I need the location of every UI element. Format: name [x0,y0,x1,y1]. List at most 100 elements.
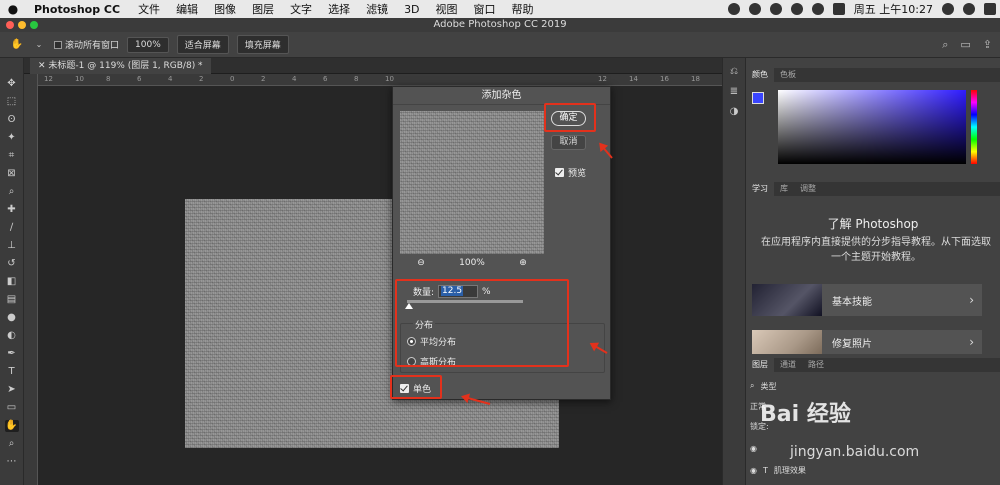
preview-checkbox[interactable]: 预览 [555,166,586,179]
options-bar: ✋ ⌄ 滚动所有窗口 100% 适合屏幕 填充屏幕 ⌕ ▭ ⇪ [0,32,1000,58]
tab-libraries[interactable]: 库 [774,182,794,196]
menu-filter[interactable]: 滤镜 [358,1,396,17]
chevron-down-icon[interactable]: ⌄ [32,39,46,51]
healing-brush-icon[interactable]: ✚ [5,204,19,216]
foreground-color-swatch[interactable] [752,92,764,104]
move-tool-icon[interactable]: ✥ [5,78,19,90]
brush-tool-icon[interactable]: ∕ [5,222,19,234]
eye-icon[interactable]: ◉ [750,444,757,453]
history-brush-icon[interactable]: ↺ [5,258,19,270]
noise-preview[interactable] [400,111,544,254]
menu-file[interactable]: 文件 [130,1,168,17]
maximize-icon[interactable] [30,21,38,29]
window-title: Adobe Photoshop CC 2019 [433,19,567,30]
menu-layer[interactable]: 图层 [244,1,282,17]
properties-icon[interactable]: ≣ [727,86,741,98]
shape-tool-icon[interactable]: ▭ [5,402,19,414]
zoom-100-button[interactable]: 100% [127,36,169,53]
menu-select[interactable]: 选择 [320,1,358,17]
lesson-label: 基本技能 [832,296,872,308]
menu-app[interactable]: Photoshop CC [26,3,130,16]
blur-tool-icon[interactable]: ● [5,312,19,324]
menu-type[interactable]: 文字 [282,1,320,17]
lasso-tool-icon[interactable]: ʘ [5,114,19,126]
history-icon[interactable]: ⎌ [727,66,741,78]
window-controls [6,21,38,29]
fit-screen-button[interactable]: 适合屏幕 [176,35,229,54]
color-picker-field[interactable] [778,90,966,164]
search-icon[interactable] [942,3,954,15]
gradient-tool-icon[interactable]: ▤ [5,294,19,306]
search-icon[interactable]: ⌕ [942,38,948,52]
menu-edit[interactable]: 编辑 [168,1,206,17]
scroll-all-windows-checkbox[interactable]: 滚动所有窗口 [54,38,119,51]
close-tab-icon[interactable]: ✕ [38,61,46,71]
eyedropper-icon[interactable]: ⌕ [5,186,19,198]
magic-wand-icon[interactable]: ✦ [5,132,19,144]
tab-layers[interactable]: 图层 [746,358,774,372]
menu-3d[interactable]: 3D [396,3,427,16]
hand-tool-icon[interactable]: ✋ [10,39,24,51]
dodge-tool-icon[interactable]: ◐ [5,330,19,342]
menu-view[interactable]: 视图 [428,1,466,17]
wifi-icon[interactable] [811,3,824,15]
battery-icon[interactable] [832,3,845,15]
status-icon-3[interactable] [769,3,782,15]
fill-screen-button[interactable]: 填充屏幕 [236,35,289,54]
tab-adjustments[interactable]: 调整 [794,182,822,196]
crop-tool-icon[interactable]: ⌗ [5,150,19,162]
window-titlebar: Adobe Photoshop CC 2019 [0,18,1000,32]
ruler-tick: 4 [168,75,173,83]
zoom-out-icon[interactable]: ⊖ [417,258,425,268]
status-icon-1[interactable] [727,3,740,15]
menu-window[interactable]: 窗口 [466,1,504,17]
ruler-tick: 12 [44,75,53,83]
apple-icon[interactable]: ● [0,2,26,16]
adjustments-icon[interactable]: ◑ [727,106,741,118]
cancel-button[interactable]: 取消 [551,135,586,150]
frame-tool-icon[interactable]: ⊠ [5,168,19,180]
layer-row-text[interactable]: ◉ T 肌理效果 [746,462,1000,478]
clock[interactable]: 周五 上午10:27 [854,1,933,17]
tab-channels[interactable]: 通道 [774,358,802,372]
menu-help[interactable]: 帮助 [504,1,542,17]
menu-image[interactable]: 图像 [206,1,244,17]
status-area: 周五 上午10:27 [727,0,996,18]
ruler-tick: 8 [106,75,111,83]
search-icon[interactable]: ⌕ [750,381,754,391]
path-select-icon[interactable]: ➤ [5,384,19,396]
close-icon[interactable] [6,21,14,29]
stamp-tool-icon[interactable]: ⊥ [5,240,19,252]
hue-slider[interactable] [971,90,977,164]
workspace-icon[interactable]: ▭ [960,38,970,52]
tab-color[interactable]: 颜色 [746,68,774,82]
more-tools-icon[interactable]: ⋯ [5,456,19,468]
tab-learn[interactable]: 学习 [746,182,774,196]
preview-zoom-level: 100% [459,258,485,268]
status-icon-4[interactable] [790,3,803,15]
lesson-fix-photo[interactable]: 修复照片 › [752,330,982,354]
canvas-area[interactable] [38,86,722,485]
document-tab[interactable]: ✕ 未标题-1 @ 119% (图层 1, RGB/8) * [30,58,211,74]
marquee-tool-icon[interactable]: ⬚ [5,96,19,108]
menu-list-icon[interactable] [984,3,996,15]
tab-paths[interactable]: 路径 [802,358,830,372]
layer-filter-row[interactable]: ⌕ 类型 [746,378,1000,394]
minimize-icon[interactable] [18,21,26,29]
share-icon[interactable]: ⇪ [983,38,992,52]
type-tool-icon[interactable]: T [5,366,19,378]
status-icon-2[interactable] [748,3,761,15]
zoom-tool-icon[interactable]: ⌕ [5,438,19,450]
user-icon[interactable] [963,3,975,15]
pen-tool-icon[interactable]: ✒ [5,348,19,360]
lesson-basic-skills[interactable]: 基本技能 › [752,284,982,316]
hand-tool-icon[interactable]: ✋ [4,420,19,432]
eye-icon[interactable]: ◉ [750,466,757,475]
zoom-in-icon[interactable]: ⊕ [519,258,527,268]
checkbox-box[interactable] [54,40,62,49]
eraser-tool-icon[interactable]: ◧ [5,276,19,288]
ruler-tick: 0 [230,75,235,83]
checkbox-checked-icon[interactable] [555,168,564,177]
tab-swatches[interactable]: 色板 [774,68,802,82]
tools-panel: ✥ ⬚ ʘ ✦ ⌗ ⊠ ⌕ ✚ ∕ ⊥ ↺ ◧ ▤ ● ◐ ✒ T ➤ ▭ ✋ … [0,58,24,485]
